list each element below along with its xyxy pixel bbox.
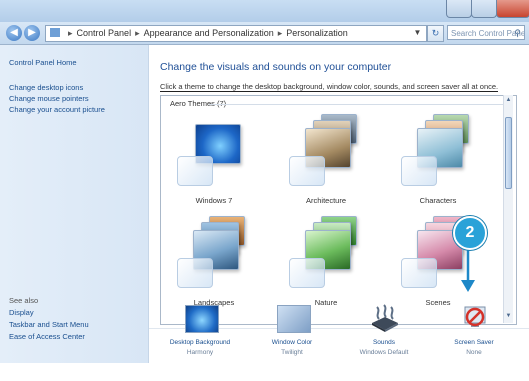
group-divider bbox=[209, 104, 504, 105]
sidebar-change-desktop-icons[interactable]: Change desktop icons bbox=[9, 83, 83, 92]
callout-arrow-icon bbox=[461, 246, 475, 292]
breadcrumb-separator: ▸ bbox=[277, 28, 283, 38]
setting-value: Windows Default bbox=[359, 349, 409, 356]
breadcrumb-separator: ▸ bbox=[135, 28, 140, 38]
sidebar-control-panel-home[interactable]: Control Panel Home bbox=[9, 58, 77, 67]
control-panel-icon bbox=[50, 28, 60, 37]
minimize-button[interactable] bbox=[446, 0, 472, 18]
scroll-up-icon[interactable]: ▲ bbox=[504, 96, 513, 105]
sidebar-taskbar-start-menu[interactable]: Taskbar and Start Menu bbox=[9, 320, 89, 329]
setting-value: Twilight bbox=[281, 349, 303, 356]
desktop-background-icon bbox=[185, 305, 219, 333]
page-title: Change the visuals and sounds on your co… bbox=[160, 61, 392, 73]
window-preview-icon bbox=[401, 258, 437, 288]
theme-architecture[interactable]: Architecture bbox=[283, 112, 369, 212]
window-preview-icon bbox=[289, 258, 325, 288]
scroll-thumb[interactable] bbox=[505, 117, 512, 189]
maximize-button[interactable] bbox=[471, 0, 497, 18]
sidebar-display[interactable]: Display bbox=[9, 308, 34, 317]
window-preview-icon bbox=[289, 156, 325, 186]
window-preview-icon bbox=[177, 258, 213, 288]
theme-windows7[interactable]: Windows 7 bbox=[171, 112, 257, 212]
address-dropdown-icon[interactable]: ▼ bbox=[410, 25, 425, 40]
see-also-heading: See also bbox=[9, 296, 39, 305]
setting-value: None bbox=[466, 349, 482, 356]
sounds-icon bbox=[372, 304, 398, 332]
breadcrumb-personalization[interactable]: Personalization bbox=[286, 28, 348, 38]
refresh-icon[interactable]: ↻ bbox=[427, 25, 444, 42]
window-color-setting[interactable]: Window Color Twilight bbox=[251, 301, 333, 381]
page-description: Click a theme to change the desktop back… bbox=[160, 82, 499, 92]
window-preview-icon bbox=[177, 156, 213, 186]
sounds-setting[interactable]: Sounds Windows Default bbox=[343, 301, 425, 381]
main-panel: Change the visuals and sounds on your co… bbox=[149, 45, 529, 364]
sidebar-change-mouse-pointers[interactable]: Change mouse pointers bbox=[9, 94, 89, 103]
breadcrumb-appearance[interactable]: Appearance and Personalization bbox=[144, 28, 274, 38]
screen-saver-setting[interactable]: Screen Saver None bbox=[433, 301, 515, 381]
theme-nature[interactable]: Nature bbox=[283, 214, 369, 314]
breadcrumb-control-panel[interactable]: Control Panel bbox=[77, 28, 132, 38]
sidebar-change-account-picture[interactable]: Change your account picture bbox=[9, 105, 105, 114]
forward-button[interactable]: ▶ bbox=[24, 25, 40, 41]
back-button[interactable]: ◀ bbox=[6, 25, 22, 41]
settings-strip: Desktop Background Harmony Window Color … bbox=[149, 304, 529, 364]
screen-saver-icon bbox=[464, 306, 486, 327]
theme-name: Characters bbox=[419, 196, 457, 205]
address-bar: ◀ ▶ ▸ Control Panel ▸ Appearance and Person… bbox=[0, 22, 529, 45]
theme-list-scrollbar[interactable]: ▲ ▼ bbox=[503, 95, 513, 323]
window-preview-icon bbox=[401, 156, 437, 186]
step-callout-badge: 2 bbox=[453, 216, 487, 250]
sidebar: Control Panel Home Change desktop icons … bbox=[0, 45, 149, 363]
theme-landscapes[interactable]: Landscapes bbox=[171, 214, 257, 314]
search-icon: ⚲ bbox=[514, 28, 521, 38]
address-field[interactable]: ▸ Control Panel ▸ Appearance and Personaliz… bbox=[45, 25, 427, 42]
close-button[interactable] bbox=[496, 0, 529, 18]
breadcrumb-separator: ▸ bbox=[68, 28, 73, 38]
theme-characters[interactable]: Characters bbox=[395, 112, 481, 212]
setting-label: Screen Saver bbox=[454, 339, 494, 346]
control-panel-window: ◀ ▶ ▸ Control Panel ▸ Appearance and Person… bbox=[0, 0, 529, 364]
window-color-icon bbox=[277, 305, 311, 333]
setting-label: Window Color bbox=[271, 339, 313, 346]
title-bar bbox=[0, 0, 529, 22]
theme-name: Windows 7 bbox=[195, 196, 233, 205]
desktop-background-setting[interactable]: Desktop Background Harmony bbox=[159, 301, 241, 381]
search-input[interactable]: Search Control Panel ⚲ bbox=[447, 25, 525, 40]
setting-label: Desktop Background bbox=[169, 339, 231, 346]
setting-label: Sounds bbox=[372, 339, 396, 346]
sidebar-ease-of-access[interactable]: Ease of Access Center bbox=[9, 332, 85, 341]
theme-name: Architecture bbox=[305, 196, 347, 205]
setting-value: Harmony bbox=[186, 349, 214, 356]
